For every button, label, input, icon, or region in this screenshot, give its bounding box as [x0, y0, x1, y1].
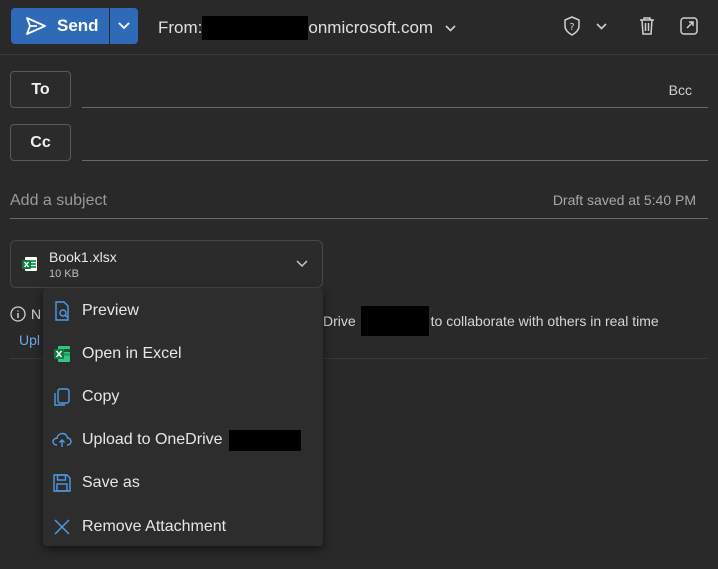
menu-item-save-as[interactable]: Save as — [43, 462, 323, 505]
upload-link[interactable]: Upl — [19, 332, 40, 348]
menu-label: Open in Excel — [82, 344, 182, 362]
send-label: Send — [57, 16, 99, 35]
sensitivity-shield-icon[interactable]: ? — [560, 14, 584, 38]
svg-text:?: ? — [569, 22, 574, 33]
chevron-down-icon[interactable] — [589, 14, 613, 38]
menu-item-remove-attachment[interactable]: Remove Attachment — [43, 505, 323, 548]
send-button[interactable]: Send — [11, 8, 109, 44]
close-icon — [52, 517, 72, 537]
preview-icon — [52, 300, 72, 321]
pop-out-icon[interactable] — [677, 14, 701, 38]
chevron-down-icon[interactable] — [296, 260, 308, 268]
menu-label: Save as — [82, 474, 140, 492]
menu-label: Upload to OneDrive — [82, 431, 223, 449]
attachment-card[interactable]: Book1.xlsx 10 KB — [10, 240, 323, 288]
from-domain: onmicrosoft.com — [308, 18, 434, 37]
chevron-down-icon — [445, 24, 456, 32]
draft-status: Draft saved at 5:40 PM — [552, 192, 696, 208]
info-text-end: to collaborate with others in real time — [430, 313, 659, 329]
redacted-text — [360, 306, 429, 336]
redacted-text — [228, 429, 301, 451]
to-label: To — [31, 80, 50, 98]
bcc-button[interactable]: Bcc — [669, 82, 692, 98]
info-icon — [10, 306, 26, 322]
cloud-upload-icon — [52, 430, 72, 450]
excel-file-icon — [22, 256, 38, 272]
excel-icon — [52, 344, 72, 364]
send-icon — [25, 16, 47, 36]
cc-field[interactable] — [82, 160, 708, 161]
info-message: N — [10, 306, 41, 322]
menu-item-preview[interactable]: Preview — [43, 289, 323, 332]
from-selector[interactable]: From: onmicrosoft.com — [158, 16, 456, 40]
from-label: From: — [158, 18, 203, 37]
menu-item-upload-to-onedrive[interactable]: Upload to OneDrive — [43, 419, 323, 462]
info-text-start: N — [31, 306, 42, 322]
copy-icon — [52, 387, 72, 407]
send-options-button[interactable] — [110, 8, 138, 44]
attachment-size: 10 KB — [49, 268, 79, 280]
attachment-context-menu: Preview Open in Excel Copy Upload to One… — [43, 288, 323, 546]
info-message-tail: Drive to collaborate with others in real… — [323, 306, 659, 336]
compose-toolbar: Send From: onmicrosoft.com ? — [0, 0, 718, 55]
info-text-mid: Drive — [323, 313, 356, 329]
chevron-down-icon — [118, 22, 130, 30]
menu-label: Remove Attachment — [82, 517, 227, 535]
subject-underline — [10, 218, 708, 219]
menu-label: Preview — [82, 301, 139, 319]
cc-button[interactable]: Cc — [10, 124, 71, 161]
redacted-account — [202, 16, 309, 40]
to-button[interactable]: To — [10, 71, 71, 108]
menu-item-open-in-excel[interactable]: Open in Excel — [43, 332, 323, 375]
to-field[interactable] — [82, 107, 708, 108]
subject-input[interactable]: Add a subject — [10, 192, 107, 210]
menu-item-copy[interactable]: Copy — [43, 375, 323, 418]
save-icon — [52, 473, 72, 493]
cc-label: Cc — [30, 133, 51, 151]
attachment-name: Book1.xlsx — [49, 249, 117, 265]
menu-label: Copy — [82, 387, 120, 405]
trash-icon[interactable] — [635, 14, 659, 38]
